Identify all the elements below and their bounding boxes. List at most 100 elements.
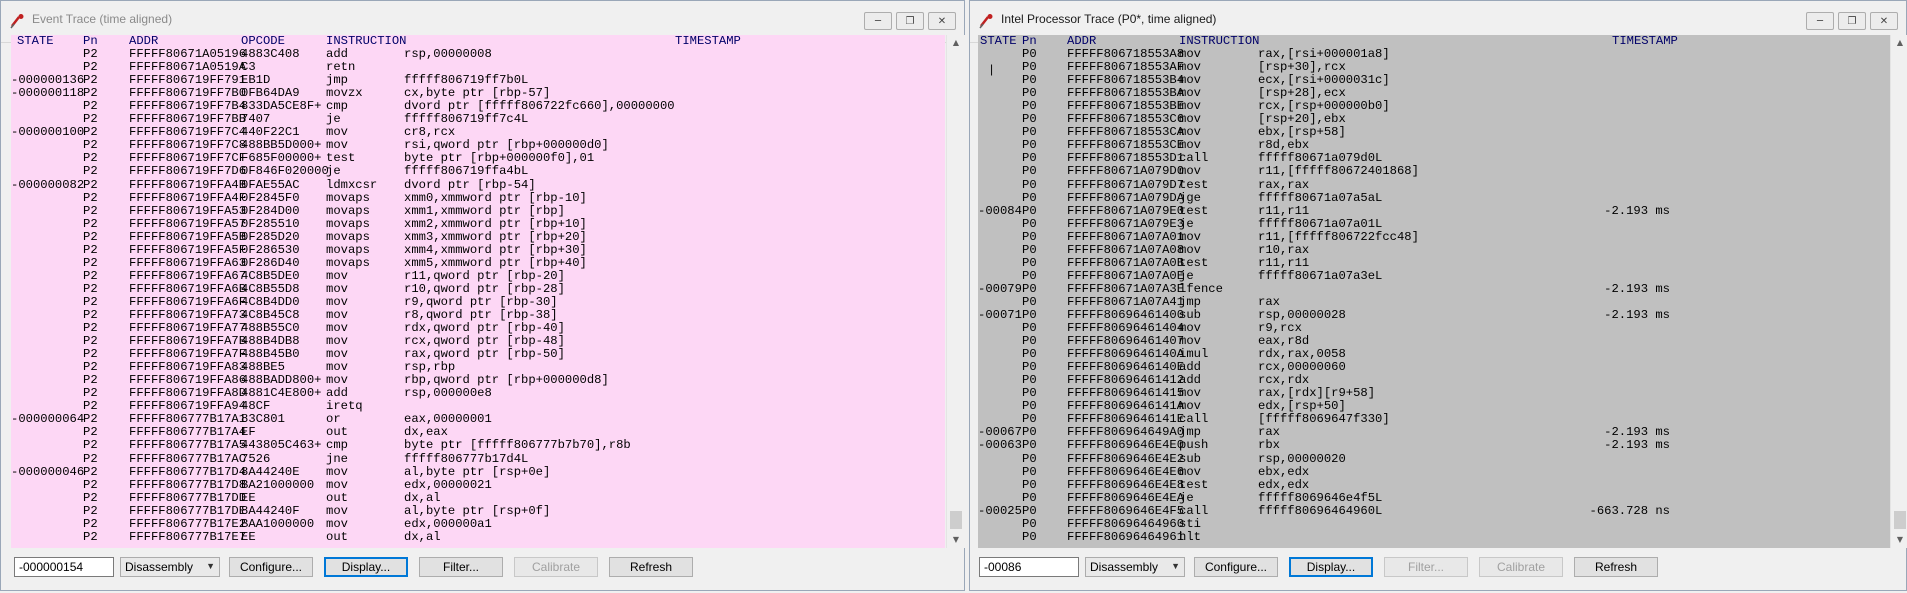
trace-row[interactable]: P2 FFFFF806719FFA57 0F285510 movaps xmm2,xmm…	[11, 217, 945, 231]
trace-row[interactable]: P0 FFFFF80671A07A0B test r11,r11	[978, 256, 1890, 270]
refresh-button[interactable]: Refresh	[1574, 557, 1658, 577]
trace-row[interactable]: -00084 P0 FFFFF80671A079E0 test r11,r11 -2.19…	[978, 203, 1890, 218]
cell-operands: r11,[fffff80672401868]	[1258, 164, 1419, 179]
configure-button[interactable]: Configure...	[229, 557, 313, 577]
trace-row[interactable]: P0 FFFFF80696464961 hlt	[978, 529, 1890, 544]
cell-addr: FFFFF80671A07A08	[1067, 242, 1185, 257]
trace-row[interactable]: P0 FFFFF80671A079D7 test rax,rax	[978, 177, 1890, 192]
trace-row[interactable]: P2 FFFFF806777B17A5 443805C463+ cmp byte ptr…	[11, 439, 945, 452]
event-trace-list[interactable]: STATE Pn ADDR OPCODE INSTRUCTION TIMESTA…	[11, 35, 945, 548]
scroll-down-icon[interactable]: ▼	[1891, 532, 1907, 548]
cell-operands: edx,000000a1	[404, 516, 492, 531]
cell-addr: FFFFF80671A079E0	[1067, 203, 1185, 218]
text-cursor-mark: |	[990, 62, 994, 76]
cell-opcode: 0F846F020000	[241, 164, 329, 179]
close-button[interactable]: ✕	[1870, 12, 1898, 30]
cell-state: -00063	[978, 438, 1022, 453]
trace-row[interactable]: -00063 P0 FFFFF8069646E4E0 push rbx -2.193 ms	[978, 439, 1890, 452]
processor-trace-window: Intel Processor Trace (P0*, time aligned…	[969, 0, 1907, 591]
trace-row[interactable]: P0 FFFFF80671A07A08 mov r10,rax	[978, 242, 1890, 257]
cell-pn: P0	[1022, 503, 1037, 518]
view-select-value: Disassembly	[125, 560, 194, 574]
cell-mnemonic: test	[1179, 177, 1209, 192]
trace-row[interactable]: P0 FFFFF8069646E4E2 sub rsp,00000020	[978, 452, 1890, 466]
cell-operands: fffff80671a07a5aL	[1258, 190, 1383, 205]
cell-pn: P2	[83, 490, 98, 505]
cell-opcode: 7526	[241, 451, 271, 466]
position-field[interactable]: -000000154	[14, 557, 114, 577]
vertical-scrollbar[interactable]: ▲ ▼	[1890, 35, 1907, 548]
trace-row[interactable]: P2 FFFFF806777B17AC 7526 jne fffff806777b17d…	[11, 451, 945, 466]
cell-state: -000000118	[11, 86, 85, 101]
trace-row[interactable]: P2 FFFFF806777B17E2 BAA1000000 mov edx,00000…	[11, 516, 945, 531]
trace-row[interactable]: -000000082 P2 FFFFF806719FFA4B 0FAE55AC ldmx…	[11, 178, 945, 192]
column-header-state[interactable]: STATE	[17, 35, 54, 48]
trace-row[interactable]: P2 FFFFF806719FFA5B 0F285D20 movaps xmm3,xmm…	[11, 230, 945, 244]
trace-row[interactable]: -000000046 P2 FFFFF806777B17D4 8A44240E mov a…	[11, 464, 945, 479]
trace-row[interactable]: P2 FFFFF806719FFA67 4C8B5DE0 mov r11,qword p…	[11, 268, 945, 283]
processor-trace-list[interactable]: STATE Pn ADDR INSTRUCTION TIMESTAMP P0 FF…	[978, 35, 1890, 548]
position-field[interactable]: -00086	[979, 557, 1079, 577]
scroll-down-icon[interactable]: ▼	[947, 532, 965, 548]
minimize-button[interactable]: ─	[1806, 12, 1834, 30]
close-button[interactable]: ✕	[928, 12, 956, 30]
restore-button[interactable]: ❐	[1838, 12, 1866, 30]
cell-mnemonic: mov	[326, 281, 348, 296]
cell-addr: FFFFF806777B17D4	[129, 464, 247, 479]
trace-row[interactable]: P0 FFFFF80671A07A0E je fffff80671a07a3eL	[978, 269, 1890, 283]
configure-button[interactable]: Configure...	[1194, 557, 1278, 577]
trace-row[interactable]: P0 FFFFF8069646E4E8 test edx,edx	[978, 478, 1890, 492]
cell-mnemonic: mov	[1179, 164, 1201, 179]
cell-mnemonic: mov	[326, 268, 348, 283]
calibrate-button[interactable]: Calibrate	[514, 557, 598, 577]
restore-button[interactable]: ❐	[896, 12, 924, 30]
trace-row[interactable]: P2 FFFFF806719FFA53 0F284D00 movaps xmm1,xmm…	[11, 204, 945, 218]
trace-row[interactable]: -00079 P0 FFFFF80671A07A3E lfence -2.193 ms	[978, 281, 1890, 296]
trace-row[interactable]: P2 FFFFF806777B17D8 BA21000000 mov edx,00000…	[11, 478, 945, 492]
vertical-scrollbar[interactable]: ▲ ▼	[946, 35, 965, 548]
scroll-up-icon[interactable]: ▲	[947, 35, 965, 51]
cell-mnemonic: mov	[1179, 464, 1201, 479]
cell-opcode: 443805C463+	[241, 438, 322, 453]
cell-mnemonic: mov	[326, 503, 348, 518]
trace-row[interactable]: P2 FFFFF806719FFA4F 0F2845F0 movaps xmm0,xmm…	[11, 190, 945, 205]
cell-addr: FFFFF80696464961	[1067, 529, 1185, 544]
trace-row[interactable]: P0 FFFFF8069646E4E6 mov ebx,edx	[978, 464, 1890, 479]
trace-row[interactable]: P0 FFFFF80671A079DA jge fffff80671a07a5aL	[978, 190, 1890, 205]
scroll-thumb[interactable]	[950, 511, 962, 529]
filter-button[interactable]: Filter...	[419, 557, 503, 577]
cell-addr: FFFFF80671A079D7	[1067, 177, 1185, 192]
cell-timestamp: -2.193 ms	[1604, 281, 1670, 296]
cell-pn: P2	[83, 268, 98, 283]
cell-opcode: 4C8B55D8	[241, 281, 300, 296]
calibrate-button[interactable]: Calibrate	[1479, 557, 1563, 577]
refresh-button[interactable]: Refresh	[609, 557, 693, 577]
filter-button[interactable]: Filter...	[1384, 557, 1468, 577]
trace-row[interactable]: P0 FFFFF80696464960 sti	[978, 517, 1890, 531]
scroll-thumb[interactable]	[1894, 511, 1906, 529]
column-header-timestamp[interactable]: TIMESTAMP	[1612, 35, 1678, 48]
scroll-up-icon[interactable]: ▲	[1891, 35, 1907, 51]
trace-row[interactable]: P2 FFFFF806777B17E7 EE out dx,al	[11, 530, 945, 544]
display-button[interactable]: Display...	[324, 557, 408, 577]
trace-row[interactable]: P0 FFFFF8069646E4EA je fffff8069646e4f5L	[978, 491, 1890, 505]
trace-row[interactable]: P0 FFFFF80671A079E3 je fffff80671a07a01L	[978, 217, 1890, 231]
trace-row[interactable]: P0 FFFFF80671A07A01 mov r11,[fffff806722fcc…	[978, 230, 1890, 244]
view-select[interactable]: Disassembly ▼	[120, 557, 220, 577]
trace-row[interactable]: P2 FFFFF806777B17DD EE out dx,al	[11, 490, 945, 505]
trace-row[interactable]: P2 FFFFF806719FFA5F 0F286530 movaps xmm4,xmm…	[11, 243, 945, 257]
view-select[interactable]: Disassembly ▼	[1085, 557, 1185, 577]
trace-row[interactable]: P0 FFFFF80671A079D0 mov r11,[fffff806724018…	[978, 165, 1890, 178]
trace-row[interactable]: -00025 P0 FFFFF8069646E4F5 call fffff8069646…	[978, 503, 1890, 518]
minimize-icon: ─	[874, 15, 882, 27]
trace-row[interactable]: P2 FFFFF806719FFA6B 4C8B55D8 mov r10,qword p…	[11, 281, 945, 296]
trace-row[interactable]: P2 FFFFF806719FFA63 0F286D40 movaps xmm5,xmm…	[11, 256, 945, 270]
trace-row[interactable]: P2 FFFFF806719FF7D6 0F846F020000 je fffff806…	[11, 165, 945, 178]
trace-row[interactable]: P2 FFFFF806777B17DE 8A44240F mov al,byte ptr…	[11, 503, 945, 518]
cell-opcode: 0F2845F0	[241, 190, 300, 205]
column-header-state[interactable]: STATE	[980, 35, 1017, 48]
display-button[interactable]: Display...	[1289, 557, 1373, 577]
cell-pn: P2	[83, 190, 98, 205]
column-header-timestamp[interactable]: TIMESTAMP	[675, 35, 741, 48]
minimize-button[interactable]: ─	[864, 12, 892, 30]
